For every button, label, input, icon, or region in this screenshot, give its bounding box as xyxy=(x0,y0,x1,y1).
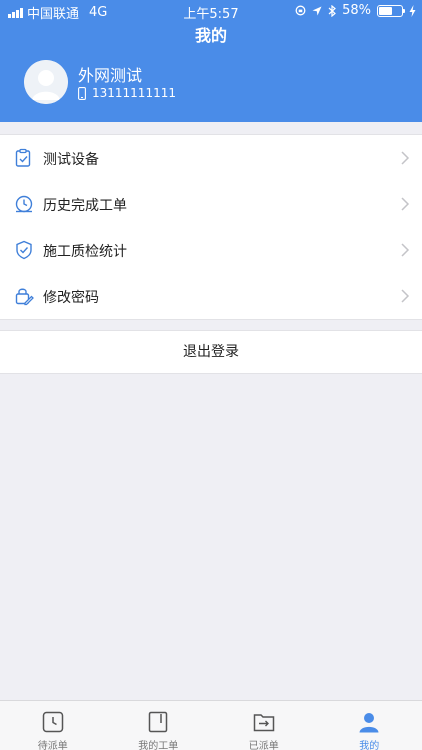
chevron-right-icon xyxy=(401,289,410,303)
folder-arrow-icon xyxy=(253,714,274,732)
menu-item-label: 历史完成工单 xyxy=(43,198,127,214)
tab-my-orders[interactable]: 我的工单 xyxy=(106,701,212,750)
chevron-right-icon xyxy=(401,197,410,211)
battery-percent: 58% xyxy=(342,3,371,18)
clipboard-check-icon xyxy=(15,148,31,167)
avatar[interactable] xyxy=(24,60,68,104)
profile-header: 中国联通 4G 上午5:57 58% 我的 外网测试 13111111111 xyxy=(0,0,422,122)
shield-check-icon xyxy=(16,240,32,260)
chevron-right-icon xyxy=(401,151,410,165)
logout-button[interactable]: 退出登录 xyxy=(0,330,422,374)
menu-item-quality-stats[interactable]: 施工质检统计 xyxy=(0,227,422,273)
tab-label: 待派单 xyxy=(37,741,68,750)
document-icon xyxy=(149,711,168,733)
user-name: 外网测试 xyxy=(78,66,143,85)
menu-item-change-password[interactable]: 修改密码 xyxy=(0,273,422,319)
tab-bar: 待派单 我的工单 已派单 我的 xyxy=(0,700,422,750)
bluetooth-icon xyxy=(328,4,337,17)
chevron-right-icon xyxy=(401,243,410,257)
page-title: 我的 xyxy=(194,26,227,45)
clock-history-icon xyxy=(15,195,33,213)
status-bar: 中国联通 4G 上午5:57 58% xyxy=(0,0,422,22)
tab-label: 我的 xyxy=(359,741,380,750)
tab-label: 已派单 xyxy=(248,741,279,750)
user-phone: 13111111111 xyxy=(92,86,176,100)
status-right: 58% xyxy=(295,3,416,18)
lock-edit-icon xyxy=(15,288,34,306)
menu-item-history-orders[interactable]: 历史完成工单 xyxy=(0,181,422,227)
location-icon xyxy=(312,6,322,15)
menu-item-label: 施工质检统计 xyxy=(43,244,127,260)
tab-mine[interactable]: 我的 xyxy=(317,701,422,750)
profile-menu: 测试设备 历史完成工单 施工质检统计 修改密码 xyxy=(0,134,422,320)
menu-item-label: 修改密码 xyxy=(43,290,99,306)
battery-icon xyxy=(377,4,405,17)
clock-square-icon xyxy=(42,711,63,733)
menu-item-label: 测试设备 xyxy=(43,152,99,168)
charging-icon xyxy=(409,4,416,17)
user-phone-row: 13111111111 xyxy=(78,86,176,100)
tab-dispatched[interactable]: 已派单 xyxy=(211,701,317,750)
tab-pending-dispatch[interactable]: 待派单 xyxy=(0,701,106,750)
phone-icon xyxy=(78,86,86,100)
tab-label: 我的工单 xyxy=(138,741,179,750)
menu-item-test-device[interactable]: 测试设备 xyxy=(0,135,422,181)
orientation-lock-icon xyxy=(295,5,306,16)
user-icon xyxy=(359,713,379,733)
user-avatar-icon xyxy=(24,60,68,104)
